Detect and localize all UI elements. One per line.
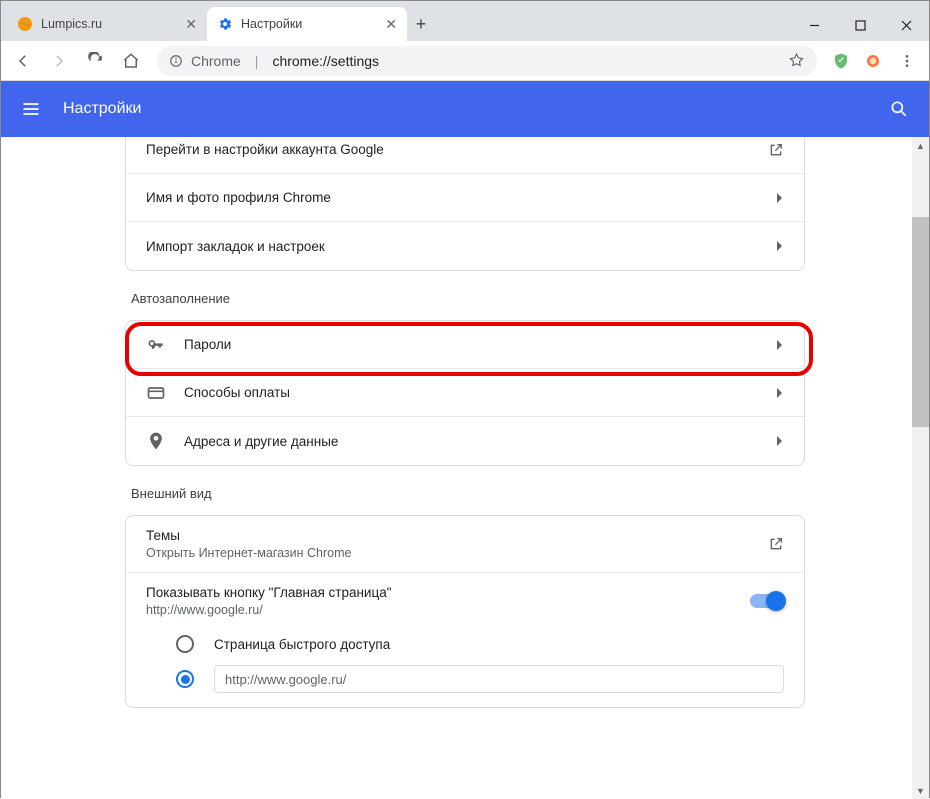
row-home-button[interactable]: Показывать кнопку "Главная страница" htt… xyxy=(126,573,804,629)
tab-close-icon[interactable]: ✕ xyxy=(385,16,397,33)
row-import-bookmarks[interactable]: Импорт закладок и настроек xyxy=(126,222,804,270)
extension-cometbird-icon[interactable] xyxy=(859,47,887,75)
nav-back[interactable] xyxy=(7,45,39,77)
address-bar[interactable]: Chrome | chrome://settings xyxy=(157,46,817,76)
row-label: Перейти в настройки аккаунта Google xyxy=(146,142,750,157)
favicon-settings xyxy=(217,16,233,32)
row-payment-methods[interactable]: Способы оплаты xyxy=(126,369,804,417)
account-card: Перейти в настройки аккаунта Google Имя … xyxy=(125,137,805,271)
row-label: Способы оплаты xyxy=(184,385,758,400)
bookmark-star-icon[interactable] xyxy=(788,52,805,69)
row-addresses[interactable]: Адреса и другие данные xyxy=(126,417,804,465)
row-sublabel: http://www.google.ru/ xyxy=(146,603,732,617)
favicon-lumpics xyxy=(17,16,33,32)
row-label: Темы xyxy=(146,528,750,543)
tab-lumpics[interactable]: Lumpics.ru ✕ xyxy=(7,7,207,41)
open-external-icon xyxy=(768,142,784,158)
tab-settings[interactable]: Настройки ✕ xyxy=(207,7,407,41)
row-sublabel: Открыть Интернет-магазин Chrome xyxy=(146,546,750,560)
chevron-right-icon xyxy=(776,339,784,351)
page-title: Настройки xyxy=(63,100,141,118)
omnibox-separator: | xyxy=(255,53,259,69)
row-passwords[interactable]: Пароли xyxy=(126,321,804,369)
nav-home[interactable] xyxy=(115,45,147,77)
browser-menu[interactable] xyxy=(891,45,923,77)
settings-content: Перейти в настройки аккаунта Google Имя … xyxy=(1,137,929,799)
scroll-down-icon[interactable]: ▼ xyxy=(912,782,929,799)
window-close[interactable] xyxy=(883,9,929,41)
appearance-card: Темы Открыть Интернет-магазин Chrome Пок… xyxy=(125,515,805,708)
settings-viewport: Перейти в настройки аккаунта Google Имя … xyxy=(1,137,929,799)
row-label: Пароли xyxy=(184,337,758,352)
location-icon xyxy=(146,431,166,451)
row-label: Имя и фото профиля Chrome xyxy=(146,190,758,205)
vertical-scrollbar[interactable]: ▲ ▼ xyxy=(912,137,929,799)
tab-close-icon[interactable]: ✕ xyxy=(185,16,197,33)
key-icon xyxy=(146,335,166,355)
section-heading-appearance: Внешний вид xyxy=(131,486,805,501)
settings-header: Настройки xyxy=(1,81,929,137)
home-button-toggle[interactable] xyxy=(750,594,784,608)
nav-forward[interactable] xyxy=(43,45,75,77)
site-info-icon[interactable] xyxy=(169,54,183,68)
radio-custom-url[interactable]: http://www.google.ru/ xyxy=(126,659,804,707)
window-titlebar: Lumpics.ru ✕ Настройки ✕ + xyxy=(1,1,929,41)
radio-label: Страница быстрого доступа xyxy=(214,637,390,652)
chevron-right-icon xyxy=(776,240,784,252)
browser-toolbar: Chrome | chrome://settings xyxy=(1,41,929,81)
row-chrome-profile[interactable]: Имя и фото профиля Chrome xyxy=(126,174,804,222)
radio-icon[interactable] xyxy=(176,670,194,688)
omnibox-path: chrome://settings xyxy=(272,53,379,69)
nav-reload[interactable] xyxy=(79,45,111,77)
home-url-input[interactable]: http://www.google.ru/ xyxy=(214,665,784,693)
chevron-right-icon xyxy=(776,435,784,447)
extension-adguard-icon[interactable] xyxy=(827,47,855,75)
chevron-right-icon xyxy=(776,387,784,399)
scroll-up-icon[interactable]: ▲ xyxy=(912,137,929,154)
omnibox-host: Chrome xyxy=(191,53,241,69)
tab-title: Lumpics.ru xyxy=(41,17,102,31)
tab-strip: Lumpics.ru ✕ Настройки ✕ + xyxy=(1,1,791,41)
window-controls xyxy=(791,9,929,41)
section-heading-autofill: Автозаполнение xyxy=(131,291,805,306)
menu-icon[interactable] xyxy=(21,99,41,119)
search-icon[interactable] xyxy=(889,99,909,119)
credit-card-icon xyxy=(146,383,166,403)
window-maximize[interactable] xyxy=(837,9,883,41)
chevron-right-icon xyxy=(776,192,784,204)
row-google-account[interactable]: Перейти в настройки аккаунта Google xyxy=(126,137,804,174)
row-label: Импорт закладок и настроек xyxy=(146,239,758,254)
open-external-icon xyxy=(768,536,784,552)
scrollbar-thumb[interactable] xyxy=(912,217,929,427)
row-label: Адреса и другие данные xyxy=(184,434,758,449)
tab-title: Настройки xyxy=(241,17,302,31)
radio-icon[interactable] xyxy=(176,635,194,653)
new-tab-button[interactable]: + xyxy=(407,10,435,38)
row-label: Показывать кнопку "Главная страница" xyxy=(146,585,732,600)
autofill-card: Пароли Способы оплаты Адреса и другие да… xyxy=(125,320,805,466)
radio-new-tab-page[interactable]: Страница быстрого доступа xyxy=(126,629,804,659)
window-minimize[interactable] xyxy=(791,9,837,41)
row-themes[interactable]: Темы Открыть Интернет-магазин Chrome xyxy=(126,516,804,573)
